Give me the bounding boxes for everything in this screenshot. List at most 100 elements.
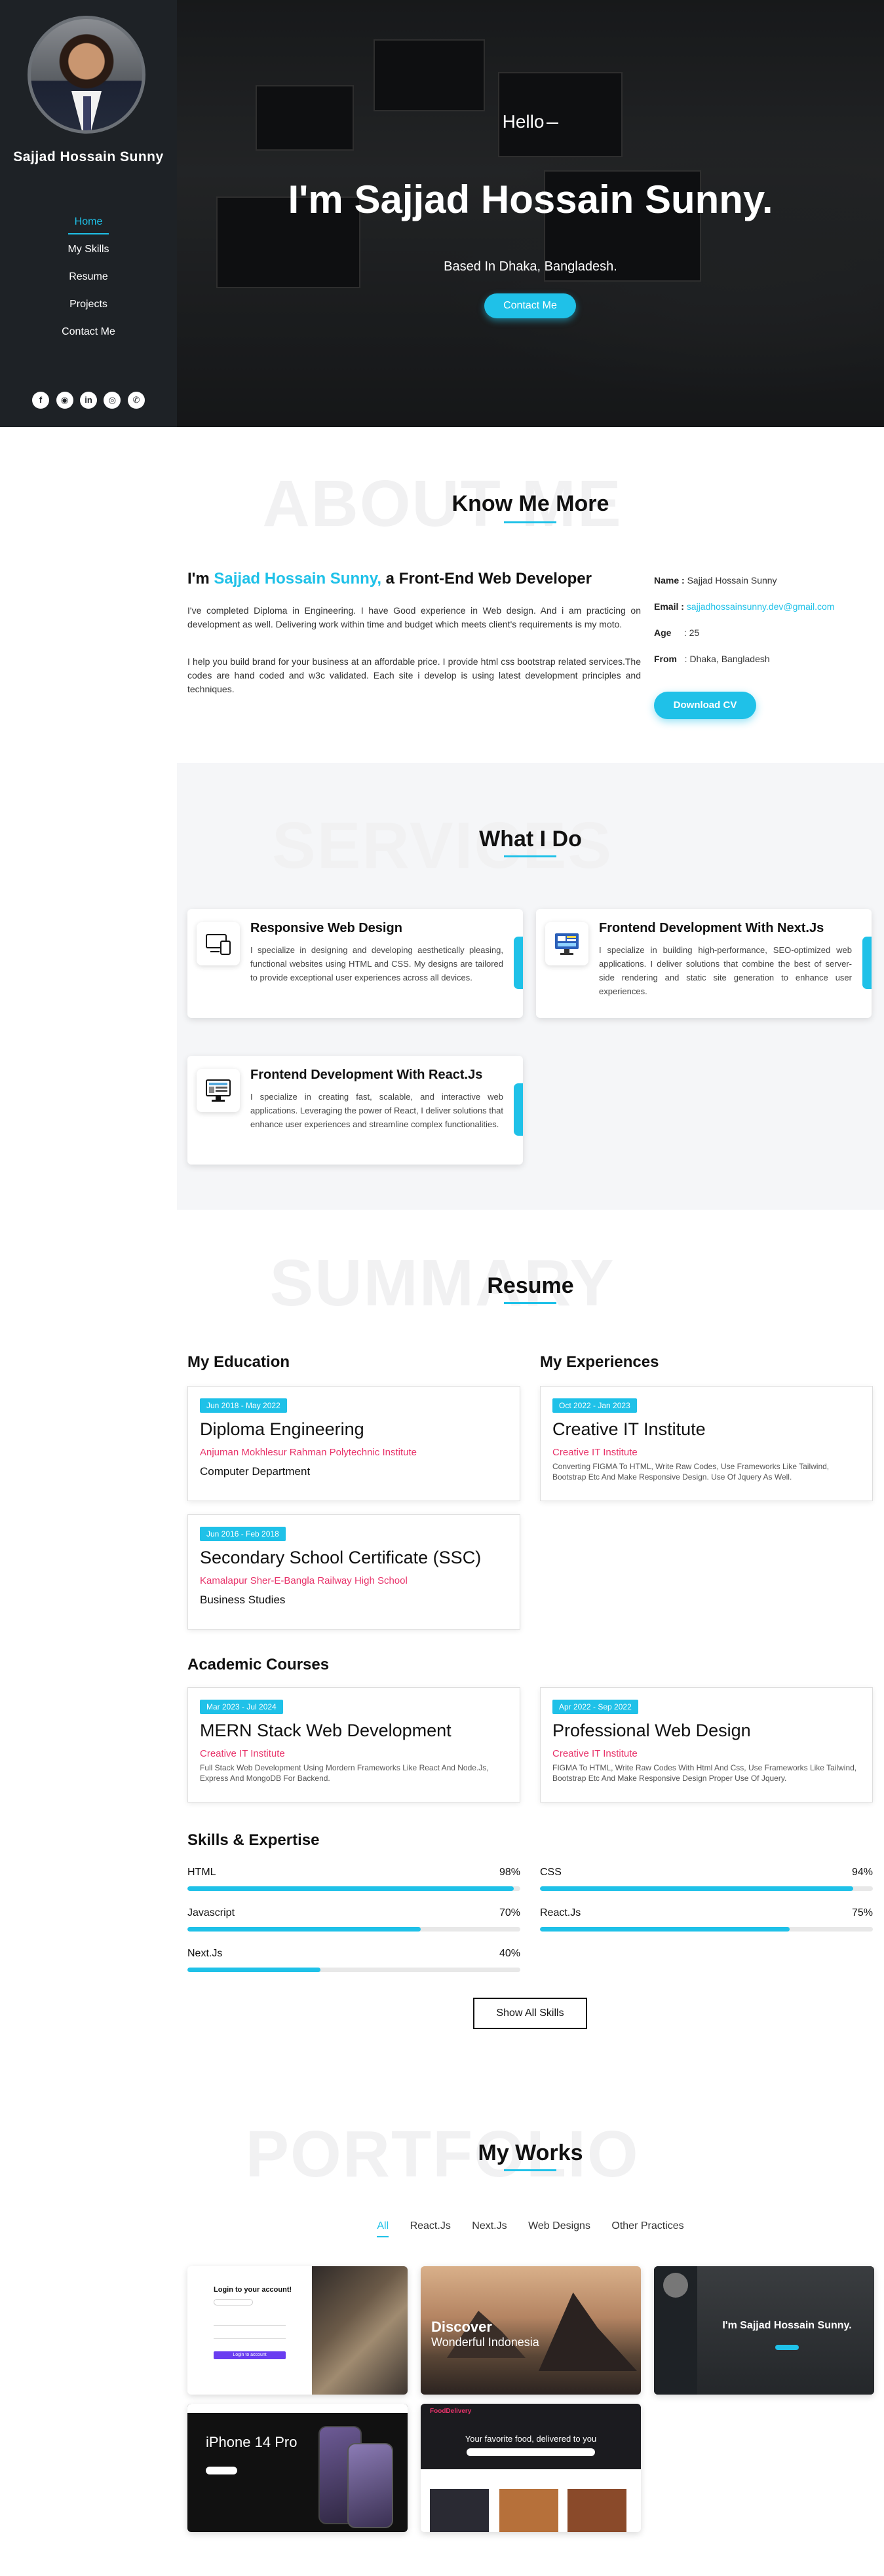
- title-underline: [504, 521, 556, 523]
- card-department: Business Studies: [200, 1594, 286, 1606]
- skill-bar: [187, 1927, 520, 1932]
- card-title: MERN Stack Web Development: [200, 1721, 452, 1740]
- course-card: Mar 2023 - Jul 2024 MERN Stack Web Devel…: [187, 1687, 520, 1802]
- filter-all[interactable]: All: [377, 2220, 389, 2237]
- card-desc: FIGMA To HTML, Write Raw Codes With Html…: [552, 1763, 857, 1783]
- service-accent: [514, 1083, 523, 1136]
- info-name: Name : Sajjad Hossain Sunny: [654, 575, 777, 586]
- discover-indonesia-thumb[interactable]: Discover Wonderful Indonesia: [421, 2266, 641, 2395]
- filter-web-designs[interactable]: Web Designs: [528, 2220, 590, 2236]
- service-card: Frontend Development With React.Js I spe…: [187, 1056, 523, 1165]
- date-badge: Oct 2022 - Jan 2023: [552, 1398, 637, 1413]
- card-title: Creative IT Institute: [552, 1419, 706, 1439]
- service-card: Frontend Development With Next.Js I spec…: [536, 909, 872, 1018]
- card-title: Secondary School Certificate (SSC): [200, 1548, 482, 1567]
- skill-bar: [540, 1886, 873, 1891]
- card-title: Diploma Engineering: [200, 1419, 364, 1439]
- skill-percent: 94%: [851, 1867, 873, 1878]
- whatsapp-icon[interactable]: ✆: [127, 392, 145, 409]
- skill-bar: [187, 1968, 520, 1972]
- portfolio-filters: All React.Js Next.Js Web Designs Other P…: [177, 2220, 884, 2237]
- skill-name: Javascript: [187, 1907, 235, 1918]
- card-institute: Creative IT Institute: [200, 1748, 285, 1759]
- service-desc: I specialize in creating fast, scalable,…: [250, 1092, 503, 1129]
- filter-nextjs[interactable]: Next.Js: [472, 2220, 507, 2236]
- skill-name: React.Js: [540, 1907, 581, 1918]
- filter-reactjs[interactable]: React.Js: [410, 2220, 451, 2236]
- skill-bar: [187, 1886, 520, 1891]
- sidebar: Sajjad Hossain Sunny Home My Skills Resu…: [0, 0, 177, 427]
- skill-name: Next.Js: [187, 1948, 223, 1959]
- skill-percent: 75%: [851, 1907, 873, 1918]
- nav-home[interactable]: Home: [0, 214, 177, 241]
- card-institute: Creative IT Institute: [552, 1748, 638, 1759]
- course-card: Apr 2022 - Sep 2022 Professional Web Des…: [540, 1687, 873, 1802]
- skill-name: HTML: [187, 1867, 216, 1878]
- education-heading: My Education: [187, 1353, 290, 1371]
- social-links: f ◉ in ◎ ✆: [0, 392, 177, 409]
- card-desc: Converting FIGMA To HTML, Write Raw Code…: [552, 1462, 830, 1482]
- skill-percent: 98%: [499, 1867, 520, 1878]
- about-title: Know Me More: [452, 491, 609, 516]
- contact-me-button[interactable]: Contact Me: [484, 293, 576, 318]
- card-institute: Kamalapur Sher-E-Bangla Railway High Sch…: [200, 1575, 408, 1586]
- info-email: Email : sajjadhossainsunny.dev@gmail.com: [654, 601, 835, 612]
- download-cv-button[interactable]: Download CV: [654, 692, 756, 719]
- services-title: What I Do: [479, 827, 582, 851]
- facebook-icon[interactable]: f: [32, 392, 50, 409]
- hero-title: I'm Sajjad Hossain Sunny.: [288, 177, 773, 221]
- date-badge: Mar 2023 - Jul 2024: [200, 1700, 283, 1714]
- login-page-thumb[interactable]: Login to your account! Login to account: [187, 2266, 408, 2395]
- title-underline: [504, 1302, 556, 1304]
- experience-heading: My Experiences: [540, 1353, 659, 1371]
- skill-percent: 70%: [499, 1907, 520, 1918]
- info-from: From : Dhaka, Bangladesh: [654, 654, 770, 664]
- nav-resume[interactable]: Resume: [0, 269, 177, 296]
- sidebar-name: Sajjad Hossain Sunny: [13, 149, 164, 164]
- instagram-icon[interactable]: ◎: [104, 392, 121, 409]
- portfolio-thumb[interactable]: I'm Sajjad Hossain Sunny.: [654, 2266, 874, 2395]
- education-card: Jun 2018 - May 2022 Diploma Engineering …: [187, 1386, 520, 1501]
- hero-subtitle: Based In Dhaka, Bangladesh.: [444, 259, 617, 274]
- service-title: Frontend Development With Next.Js: [599, 921, 824, 935]
- service-desc: I specialize in designing and developing…: [250, 945, 503, 982]
- info-age: Age : 25: [654, 627, 700, 638]
- sidebar-nav: Home My Skills Resume Projects Contact M…: [0, 214, 177, 351]
- skill-percent: 40%: [499, 1948, 520, 1959]
- nav-my-skills[interactable]: My Skills: [0, 241, 177, 269]
- date-badge: Jun 2016 - Feb 2018: [200, 1527, 286, 1541]
- responsive-devices-icon: [197, 922, 240, 965]
- github-icon[interactable]: ◉: [56, 392, 73, 409]
- date-badge: Apr 2022 - Sep 2022: [552, 1700, 638, 1714]
- nextjs-monitor-icon: [545, 922, 588, 965]
- service-title: Frontend Development With React.Js: [250, 1068, 483, 1082]
- iphone-thumb[interactable]: iPhone 14 Pro: [187, 2404, 408, 2532]
- skill-name: CSS: [540, 1867, 562, 1878]
- filter-other-practices[interactable]: Other Practices: [611, 2220, 683, 2236]
- card-institute: Creative IT Institute: [552, 1447, 638, 1458]
- hero-section: Hello I'm Sajjad Hossain Sunny. Based In…: [177, 0, 884, 427]
- courses-heading: Academic Courses: [187, 1656, 330, 1673]
- react-monitor-icon: [197, 1069, 240, 1112]
- service-accent: [514, 937, 523, 989]
- card-institute: Anjuman Mokhlesur Rahman Polytechnic Ins…: [200, 1447, 417, 1458]
- card-department: Computer Department: [200, 1465, 311, 1478]
- linkedin-icon[interactable]: in: [80, 392, 97, 409]
- service-card: Responsive Web Design I specialize in de…: [187, 909, 523, 1018]
- card-title: Professional Web Design: [552, 1721, 751, 1740]
- service-accent: [862, 937, 872, 989]
- service-desc: I specialize in building high-performanc…: [599, 945, 852, 996]
- date-badge: Jun 2018 - May 2022: [200, 1398, 287, 1413]
- service-title: Responsive Web Design: [250, 921, 402, 935]
- title-underline: [504, 855, 556, 857]
- nav-contact-me[interactable]: Contact Me: [0, 324, 177, 351]
- experience-card: Oct 2022 - Jan 2023 Creative IT Institut…: [540, 1386, 873, 1501]
- food-delivery-thumb[interactable]: FoodDelivery Your favorite food, deliver…: [421, 2404, 641, 2532]
- skill-bar: [540, 1927, 873, 1932]
- avatar: [28, 16, 145, 134]
- skills-heading: Skills & Expertise: [187, 1831, 320, 1849]
- card-desc: Full Stack Web Development Using Mordern…: [200, 1763, 489, 1783]
- hero-hello: Hello: [177, 111, 884, 132]
- show-all-skills-button[interactable]: Show All Skills: [473, 1998, 587, 2029]
- nav-projects[interactable]: Projects: [0, 296, 177, 324]
